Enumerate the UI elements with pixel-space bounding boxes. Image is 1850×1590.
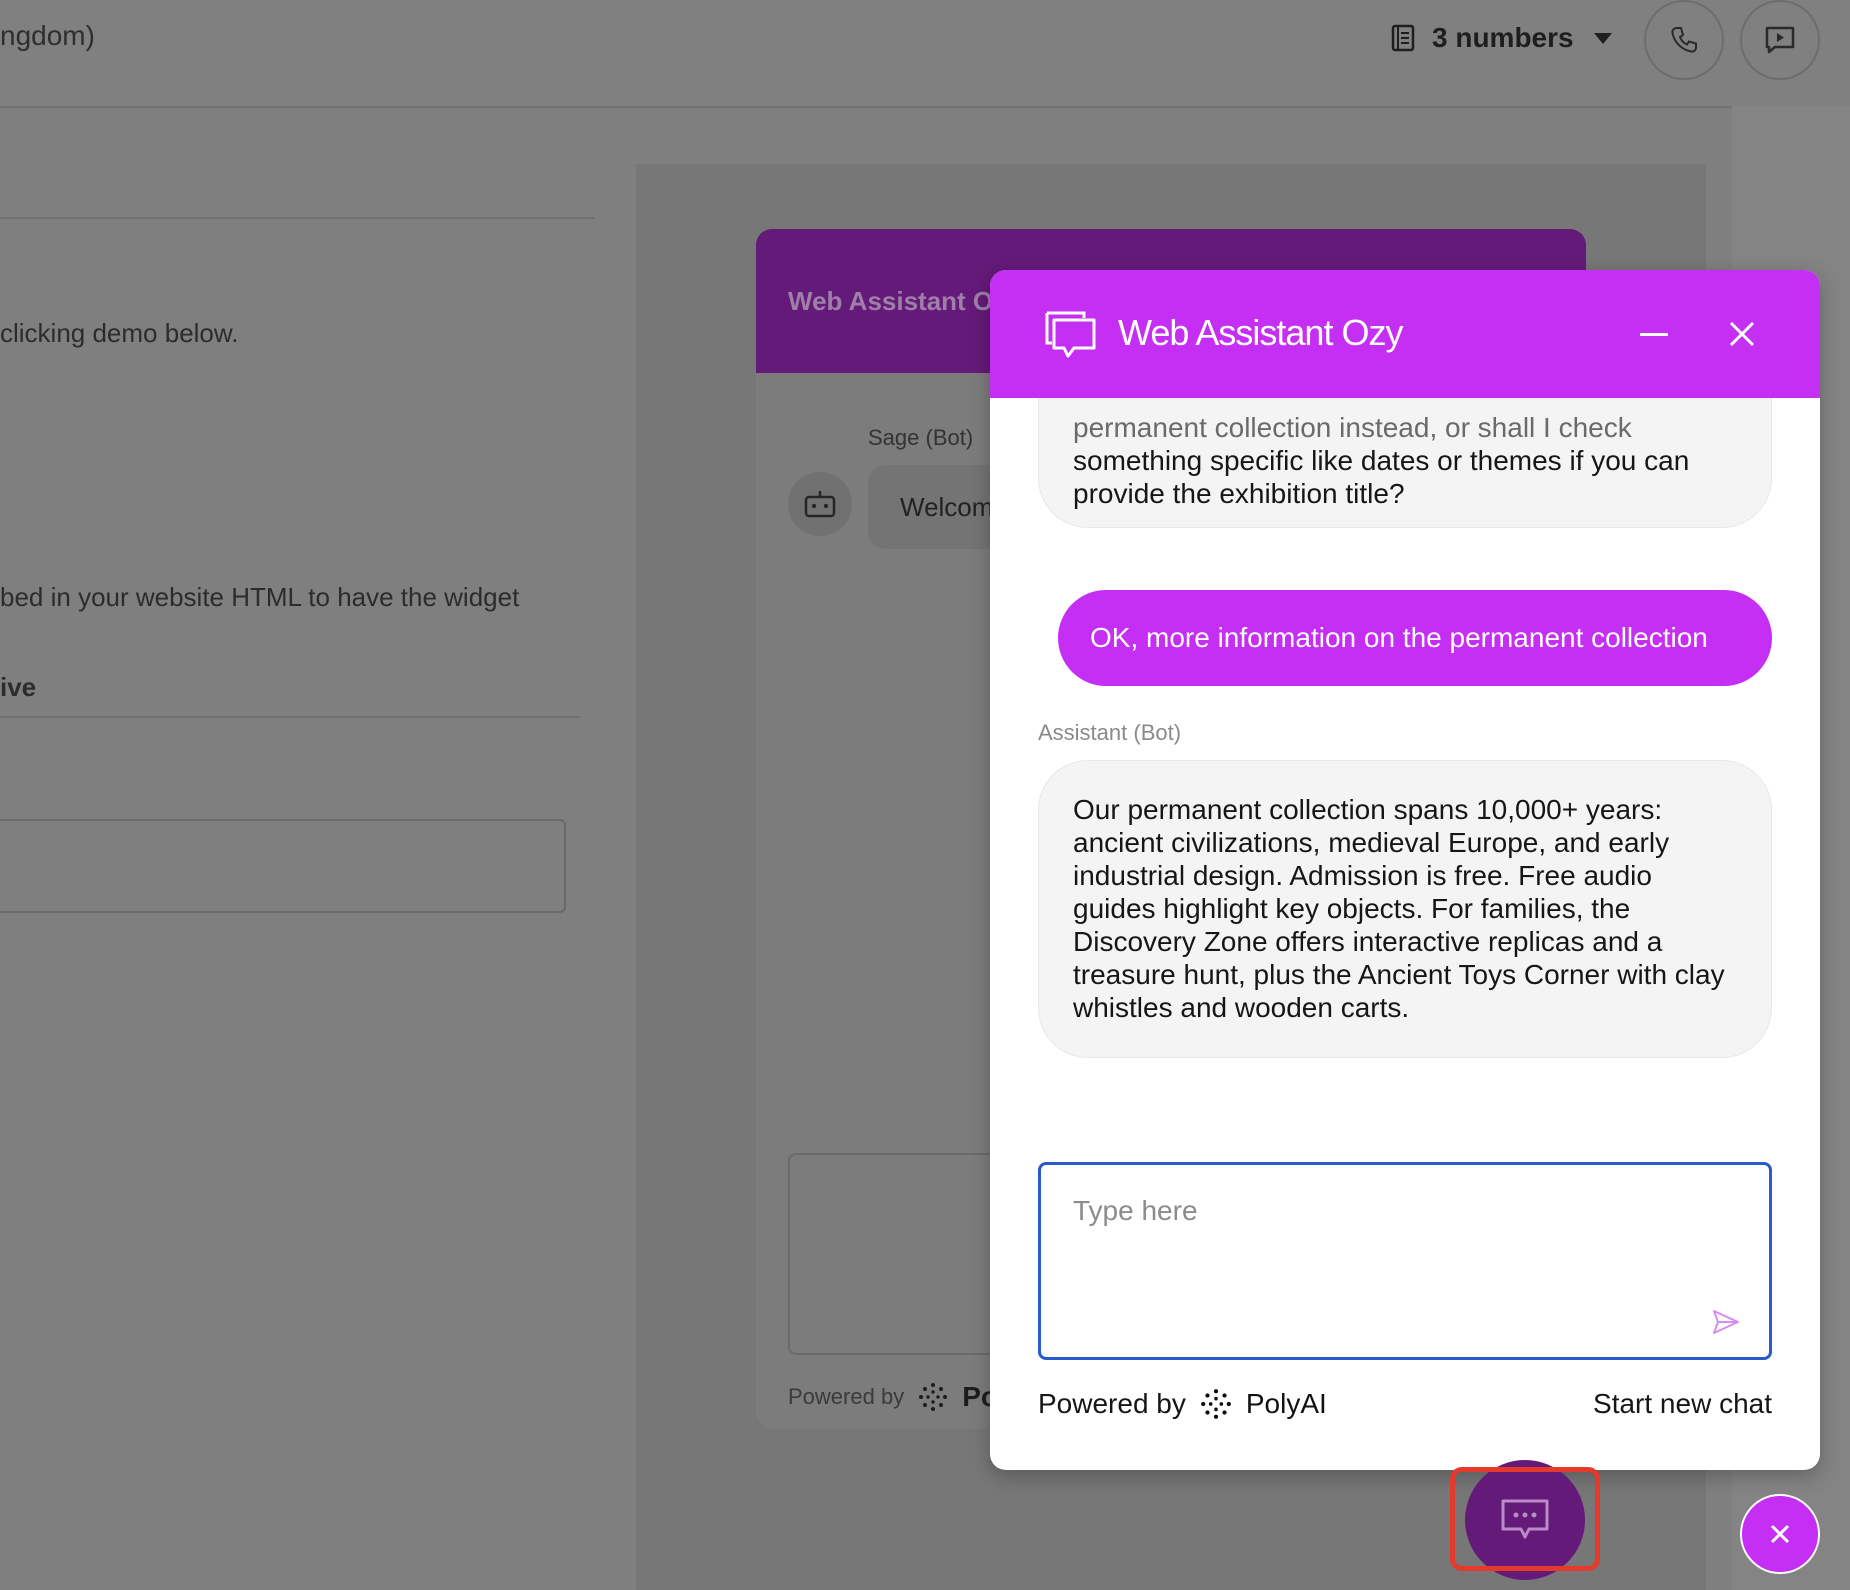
divider xyxy=(0,217,595,219)
preview-sender: Sage (Bot) xyxy=(868,425,974,450)
numbers-dropdown[interactable]: 3 numbers xyxy=(1388,20,1612,56)
background-input[interactable] xyxy=(0,819,566,913)
chat-play-icon xyxy=(1765,26,1795,54)
chat-header: Web Assistant Ozy xyxy=(990,270,1820,398)
preview-powered-label: Powered by xyxy=(788,1384,905,1409)
powered-by-label: Powered by xyxy=(1038,1388,1186,1419)
message-list[interactable]: permanent collection instead, or shall I… xyxy=(990,398,1820,1140)
bot-avatar xyxy=(788,472,852,536)
bot-message: permanent collection instead, or shall I… xyxy=(1038,398,1772,528)
robot-icon xyxy=(804,491,836,518)
sender-label: Assistant (Bot) xyxy=(1038,720,1182,745)
region-text: ngdom) xyxy=(0,20,95,51)
phone-button[interactable] xyxy=(1644,0,1724,80)
message-text: something specific like dates or themes … xyxy=(1073,445,1690,509)
start-new-chat-link[interactable]: Start new chat xyxy=(1593,1388,1772,1420)
minimize-button[interactable] xyxy=(1632,312,1676,356)
demo-instructions: clicking demo below. xyxy=(0,318,239,348)
input-placeholder: Type here xyxy=(1073,1195,1198,1226)
close-chat-button[interactable] xyxy=(1720,312,1764,356)
bot-message: Our permanent collection spans 10,000+ y… xyxy=(1038,760,1772,1058)
preview-powered-by: Powered by Po xyxy=(788,1381,998,1413)
top-bar: ngdom) 3 numbers xyxy=(0,0,1850,108)
message-text-cut: permanent collection instead, or shall I… xyxy=(1073,412,1632,443)
close-icon xyxy=(1770,1524,1790,1544)
message-input[interactable]: Type here xyxy=(1038,1162,1772,1360)
close-widget-button[interactable] xyxy=(1740,1494,1820,1574)
polyai-logo-icon xyxy=(919,1383,948,1411)
polyai-logo-icon xyxy=(1200,1389,1231,1419)
user-message: OK, more information on the permanent co… xyxy=(1058,590,1772,686)
brand-name: PolyAI xyxy=(1245,1388,1327,1419)
chat-demo-button[interactable] xyxy=(1740,0,1820,80)
minimize-icon xyxy=(1640,332,1668,336)
live-label: ive xyxy=(0,672,37,702)
powered-by: Powered by PolyAI xyxy=(1038,1388,1327,1420)
embed-instructions: bed in your website HTML to have the wid… xyxy=(0,582,520,612)
highlight-box xyxy=(1450,1467,1600,1571)
caret-down-icon xyxy=(1593,32,1612,44)
chat-logo-icon xyxy=(1045,311,1096,358)
phone-icon xyxy=(1671,27,1697,53)
chat-widget: Web Assistant Ozy permanent collection i… xyxy=(990,270,1820,1470)
chat-title: Web Assistant Ozy xyxy=(1118,312,1403,353)
book-icon xyxy=(1391,24,1415,52)
numbers-label: 3 numbers xyxy=(1432,22,1574,53)
send-icon[interactable] xyxy=(1711,1307,1741,1337)
divider xyxy=(0,716,580,718)
